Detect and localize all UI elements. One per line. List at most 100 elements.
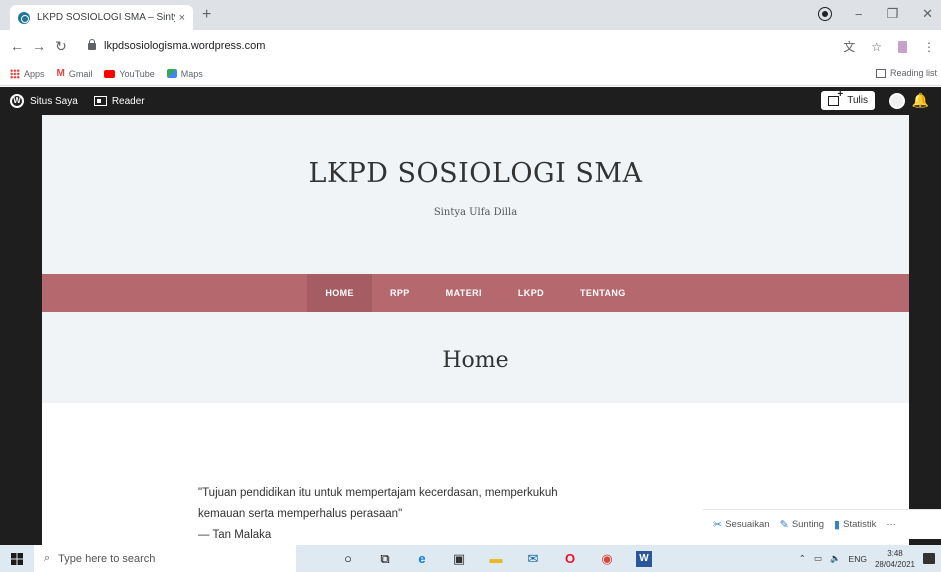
write-label: Tulis	[847, 95, 868, 106]
my-site-label: Situs Saya	[30, 95, 78, 107]
menu-item-lkpd[interactable]: LKPD	[500, 274, 562, 312]
edge-icon[interactable]: e	[414, 551, 430, 567]
windows-logo-icon	[11, 552, 23, 565]
url-text: lkpdsosiologisma.wordpress.com	[104, 40, 266, 52]
menu-item-rpp[interactable]: RPP	[372, 274, 428, 312]
notification-center-icon[interactable]	[923, 553, 935, 564]
stats-icon: ▮	[834, 519, 841, 531]
bookmark-maps[interactable]: Maps	[166, 68, 203, 79]
new-tab-button[interactable]: +	[202, 7, 211, 23]
bookmark-label: YouTube	[119, 68, 155, 79]
back-button[interactable]: ←	[6, 38, 28, 54]
page-title: Home	[442, 348, 509, 373]
bookmark-gmail[interactable]: M Gmail	[57, 68, 93, 79]
bookmark-youtube[interactable]: YouTube	[104, 68, 155, 79]
site-title[interactable]: LKPD SOSIOLOGI SMA	[42, 158, 909, 189]
volume-icon[interactable]: 🔈	[830, 553, 841, 564]
browser-toolbar: ← → ↻ lkpdsosiologisma.wordpress.com 文 ☆…	[0, 30, 941, 62]
wp-action-bar: ✂ Sesuaikan ✎ Sunting ▮ Statistik ···	[703, 509, 941, 539]
chevron-up-icon[interactable]: ⌃	[799, 553, 806, 564]
site-tagline: Sintya Ulfa Dilla	[433, 207, 518, 218]
reader-link[interactable]: Reader	[93, 95, 145, 107]
clock[interactable]: 3:48 28/04/2021	[875, 548, 915, 570]
stats-label: Statistik	[843, 519, 877, 530]
clock-time: 3:48	[887, 548, 903, 558]
more-button[interactable]: ···	[886, 519, 896, 530]
toolbar-actions: 文 ☆ ⋮	[843, 38, 935, 55]
quote-block: "Tujuan pendidikan itu untuk mempertajam…	[198, 483, 658, 545]
extension-icon[interactable]	[898, 40, 907, 53]
tab-title: LKPD SOSIOLOGI SMA – Sintya U	[37, 12, 175, 23]
file-explorer-icon[interactable]: ▬	[488, 551, 504, 567]
task-view-icon[interactable]: ⧉	[377, 551, 393, 567]
wp-admin-bar: W Situs Saya Reader Tulis 🔔	[0, 87, 941, 115]
wordpress-logo-icon[interactable]: W	[10, 94, 24, 108]
reload-button[interactable]: ↻	[50, 38, 72, 55]
chrome-icon[interactable]: ◉	[599, 551, 615, 567]
close-window-button[interactable]: ✕	[922, 6, 933, 22]
reading-list-label: Reading list	[889, 68, 937, 78]
reader-label: Reader	[111, 95, 145, 107]
bookmark-label: Gmail	[68, 68, 93, 79]
menu-item-tentang[interactable]: TENTANG	[562, 274, 644, 312]
reader-icon	[93, 96, 107, 106]
bookmark-label: Apps	[24, 68, 45, 79]
bookmark-label: Maps	[180, 68, 203, 79]
gmail-icon: M	[56, 68, 65, 79]
my-site-link[interactable]: Situs Saya	[30, 96, 78, 107]
bookmark-apps[interactable]: Apps	[10, 68, 45, 79]
reading-list-button[interactable]: Reading list	[875, 68, 937, 78]
customize-label: Sesuaikan	[725, 519, 770, 530]
translate-icon[interactable]: 文	[843, 38, 855, 55]
restore-button[interactable]: ❐	[886, 6, 898, 22]
youtube-icon	[104, 69, 116, 78]
system-tray: ⌃ ▭ 🔈 ENG 3:48 28/04/2021	[799, 545, 915, 572]
apps-grid-icon	[10, 68, 20, 79]
site-page: LKPD SOSIOLOGI SMA Sintya Ulfa Dilla HOM…	[42, 115, 909, 545]
page-frame: LKPD SOSIOLOGI SMA Sintya Ulfa Dilla HOM…	[0, 115, 941, 545]
menu-item-home[interactable]: HOME	[307, 274, 372, 312]
opera-icon[interactable]: O	[562, 551, 578, 567]
taskbar-search-input[interactable]: ⌕ Type here to search	[34, 545, 296, 572]
customize-icon: ✂	[713, 519, 723, 531]
wordpress-favicon-icon	[18, 11, 30, 24]
edit-label: Sunting	[791, 519, 825, 530]
store-icon[interactable]: ▣	[451, 551, 467, 567]
customize-button[interactable]: ✂ Sesuaikan	[713, 518, 770, 531]
menu-item-materi[interactable]: MATERI	[428, 274, 500, 312]
minimize-button[interactable]: −	[855, 7, 863, 22]
bookmarks-bar: Apps M Gmail YouTube Maps Reading list	[0, 62, 941, 86]
start-button[interactable]	[0, 545, 34, 572]
site-header: LKPD SOSIOLOGI SMA Sintya Ulfa Dilla	[42, 115, 909, 274]
address-bar[interactable]: lkpdsosiologisma.wordpress.com	[88, 34, 828, 58]
main-menu: HOME RPP MATERI LKPD TENTANG	[42, 274, 909, 312]
notifications-bell-icon[interactable]: 🔔	[912, 92, 929, 109]
reading-list-icon	[875, 68, 886, 78]
window-controls: − ❐ ✕	[818, 6, 933, 22]
page-hero: Home	[42, 312, 909, 403]
network-icon[interactable]: ▭	[814, 553, 822, 564]
write-button[interactable]: Tulis	[821, 89, 875, 110]
browser-tab[interactable]: LKPD SOSIOLOGI SMA – Sintya U ×	[10, 5, 193, 30]
windows-taskbar: ⌕ Type here to search ○ ⧉ e ▣ ▬ ✉ O ◉ W …	[0, 545, 941, 572]
word-icon[interactable]: W	[636, 550, 652, 567]
pencil-icon: ✎	[779, 519, 789, 531]
record-icon[interactable]	[818, 8, 831, 20]
search-icon: ⌕	[44, 552, 51, 564]
avatar[interactable]	[889, 93, 905, 109]
cortana-icon[interactable]: ○	[340, 551, 356, 567]
search-placeholder: Type here to search	[58, 552, 156, 565]
tab-close-button[interactable]: ×	[179, 12, 185, 24]
clock-date: 28/04/2021	[874, 559, 915, 569]
menu-kebab-icon[interactable]: ⋮	[923, 40, 935, 54]
quote-line: "Tujuan pendidikan itu untuk mempertajam…	[198, 487, 558, 499]
lock-icon[interactable]	[88, 38, 96, 50]
language-indicator[interactable]: ENG	[849, 554, 867, 564]
edit-button[interactable]: ✎ Sunting	[780, 518, 824, 531]
mail-icon[interactable]: ✉	[525, 551, 541, 567]
stats-button[interactable]: ▮ Statistik	[834, 518, 876, 531]
quote-line: kemauan serta memperhalus perasaan"	[198, 508, 403, 520]
forward-button[interactable]: →	[28, 38, 50, 54]
quote-author: — Tan Malaka	[198, 529, 272, 541]
bookmark-star-icon[interactable]: ☆	[871, 40, 882, 54]
